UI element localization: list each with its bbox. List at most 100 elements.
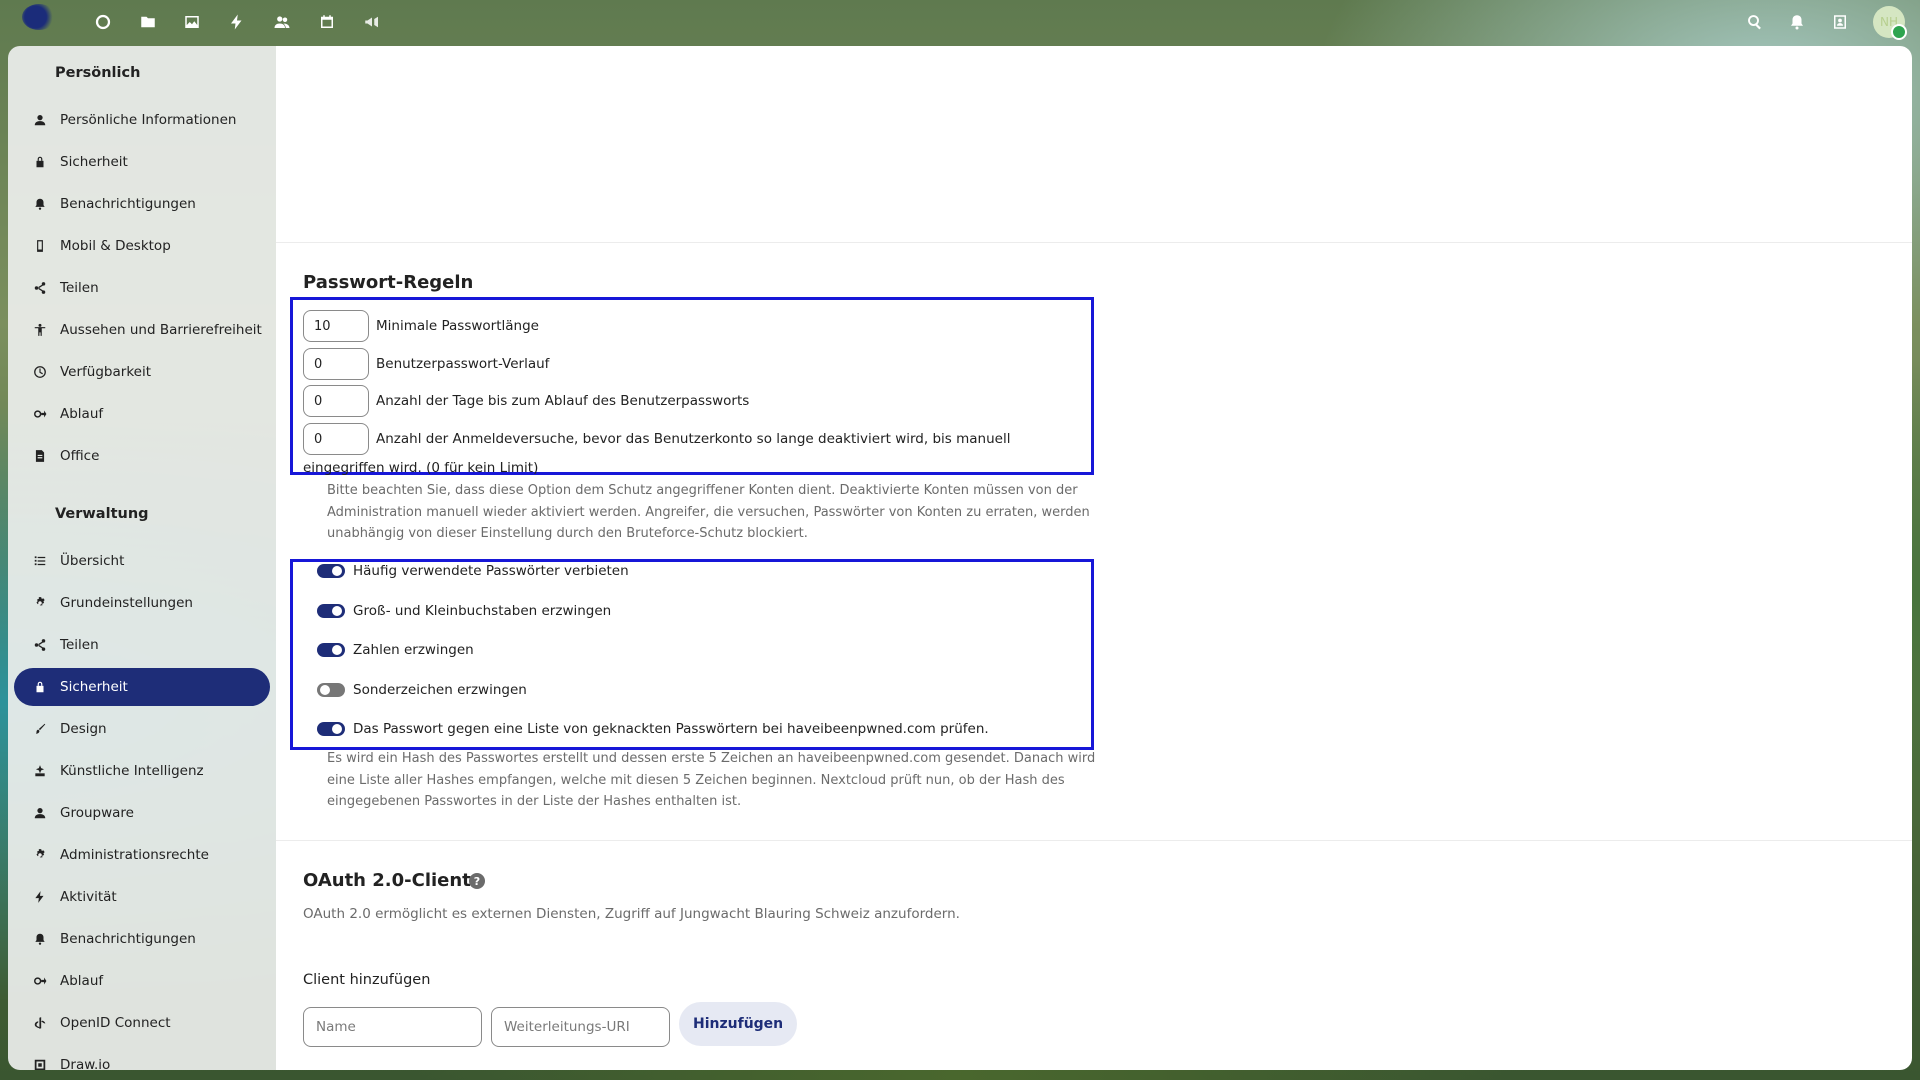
toggle-label: Sonderzeichen erzwingen (353, 682, 527, 698)
sidebar-item-appearance[interactable]: Aussehen und Barrierefreiheit (14, 311, 270, 349)
gear-icon (20, 596, 60, 610)
add-client-button[interactable]: Hinzufügen (679, 1002, 798, 1046)
min-password-length-label: Minimale Passwortlänge (376, 318, 539, 334)
sidebar-item-label: Mobil & Desktop (60, 238, 171, 254)
sidebar-item-label: Groupware (60, 805, 134, 821)
login-attempts-label: Anzahl der Anmeldeversuche, bevor das Be… (303, 431, 1011, 476)
sidebar-item-personal-security[interactable]: Sicherheit (14, 143, 270, 181)
sidebar-item-label: Teilen (60, 637, 99, 653)
share-icon (20, 638, 60, 652)
sidebar-item-label: Persönliche Informationen (60, 112, 237, 128)
toggle-label: Groß- und Kleinbuchstaben erzwingen (353, 603, 612, 619)
accessibility-icon (20, 323, 60, 337)
sidebar-item-mobile-desktop[interactable]: Mobil & Desktop (14, 227, 270, 265)
activity-icon (20, 890, 60, 904)
login-attempts-hint: Bitte beachten Sie, dass diese Option de… (327, 483, 1090, 541)
sidebar-item-label: Benachrichtigungen (60, 196, 196, 212)
client-name-input[interactable] (303, 1007, 482, 1047)
ai-icon (20, 764, 60, 778)
sidebar-item-label: Sicherheit (60, 679, 128, 695)
contacts-icon[interactable] (271, 11, 293, 33)
sidebar-item-admin-flow[interactable]: Ablauf (14, 962, 270, 1000)
redirect-uri-input[interactable] (491, 1007, 670, 1047)
sidebar-item-admin-sharing[interactable]: Teilen (14, 626, 270, 664)
oauth-clients-title: OAuth 2.0-Clients (303, 870, 482, 891)
top-header: NH (0, 0, 1920, 44)
password-rules-title: Passwort-Regeln (303, 272, 474, 293)
password-history-input[interactable] (303, 348, 369, 380)
toggle-label: Das Passwort gegen eine Liste von geknac… (353, 721, 989, 737)
sidebar-item-openid[interactable]: OpenID Connect (14, 1004, 270, 1042)
sidebar-item-admin-notifications[interactable]: Benachrichtigungen (14, 920, 270, 958)
flow-icon (20, 407, 60, 421)
sidebar-item-label: Design (60, 721, 107, 737)
files-icon[interactable] (137, 11, 159, 33)
notifications-icon[interactable] (1786, 11, 1808, 33)
contacts-menu-icon[interactable] (1829, 11, 1851, 33)
toggle-enforce-upper-lower[interactable]: Groß- und Kleinbuchstaben erzwingen (317, 601, 611, 621)
share-icon (20, 281, 60, 295)
toggle-switch[interactable] (317, 722, 345, 736)
sidebar-item-overview[interactable]: Übersicht (14, 542, 270, 580)
flow-icon (20, 974, 60, 988)
password-expiry-days-input[interactable] (303, 385, 369, 417)
sidebar-item-admin-security[interactable]: Sicherheit (14, 668, 270, 706)
phone-icon (20, 239, 60, 253)
toggle-enforce-special-chars[interactable]: Sonderzeichen erzwingen (317, 680, 527, 700)
toggle-enforce-numbers[interactable]: Zahlen erzwingen (317, 640, 474, 660)
lock-icon (20, 680, 60, 694)
toggle-label: Häufig verwendete Passwörter verbieten (353, 563, 629, 579)
sidebar-item-personal-info[interactable]: Persönliche Informationen (14, 101, 270, 139)
calendar-icon[interactable] (316, 11, 338, 33)
sidebar-item-basic-settings[interactable]: Grundeinstellungen (14, 584, 270, 622)
sidebar-item-label: Aussehen und Barrierefreiheit (60, 322, 262, 338)
sidebar-item-label: Administrationsrechte (60, 847, 209, 863)
sidebar-item-drawio[interactable]: Draw.io (14, 1046, 270, 1070)
sidebar-item-admin-rights[interactable]: Administrationsrechte (14, 836, 270, 874)
sidebar-item-activity[interactable]: Aktivität (14, 878, 270, 916)
toggle-forbid-common-passwords[interactable]: Häufig verwendete Passwörter verbieten (317, 561, 629, 581)
search-icon[interactable] (1744, 11, 1766, 33)
toggle-switch[interactable] (317, 564, 345, 578)
app-container: Persönlich Persönliche Informationen Sic… (8, 46, 1912, 1070)
sidebar-item-ai[interactable]: Künstliche Intelligenz (14, 752, 270, 790)
list-icon (20, 554, 60, 568)
help-icon[interactable]: ? (469, 873, 485, 889)
toggle-label: Zahlen erzwingen (353, 642, 474, 658)
password-history-label: Benutzerpasswort-Verlauf (376, 356, 550, 372)
groupware-icon (20, 806, 60, 820)
toggle-switch[interactable] (317, 643, 345, 657)
sidebar-item-office[interactable]: Office (14, 437, 270, 475)
nextcloud-logo[interactable] (22, 4, 56, 30)
announcements-icon[interactable] (361, 11, 383, 33)
sidebar-item-label: Ablauf (60, 406, 104, 422)
dashboard-icon[interactable] (92, 11, 114, 33)
min-password-length-input[interactable] (303, 310, 369, 342)
user-avatar[interactable]: NH (1873, 6, 1907, 40)
user-icon (20, 113, 60, 127)
sidebar-item-personal-sharing[interactable]: Teilen (14, 269, 270, 307)
toggle-switch[interactable] (317, 683, 345, 697)
add-client-title: Client hinzufügen (303, 972, 431, 988)
online-status-indicator (1891, 24, 1907, 40)
sidebar-item-label: OpenID Connect (60, 1015, 171, 1031)
sidebar-item-label: Draw.io (60, 1057, 111, 1070)
toggle-switch[interactable] (317, 604, 345, 618)
hibp-hint: Es wird ein Hash des Passwortes erstellt… (327, 751, 1096, 809)
toggle-check-hibp[interactable]: Das Passwort gegen eine Liste von geknac… (317, 719, 989, 739)
section-divider (276, 840, 1912, 841)
sidebar-item-personal-notifications[interactable]: Benachrichtigungen (14, 185, 270, 223)
sidebar-item-label: Benachrichtigungen (60, 931, 196, 947)
photos-icon[interactable] (181, 11, 203, 33)
sidebar-item-groupware[interactable]: Groupware (14, 794, 270, 832)
sidebar-item-availability[interactable]: Verfügbarkeit (14, 353, 270, 391)
sidebar-item-design[interactable]: Design (14, 710, 270, 748)
personal-section-title: Persönlich (55, 65, 141, 81)
sidebar-item-personal-flow[interactable]: Ablauf (14, 395, 270, 433)
sidebar-item-label: Office (60, 448, 100, 464)
oauth-description: OAuth 2.0 ermöglicht es externen Dienste… (303, 906, 960, 922)
sidebar-item-label: Grundeinstellungen (60, 595, 193, 611)
sidebar-item-label: Sicherheit (60, 154, 128, 170)
activity-icon[interactable] (226, 11, 248, 33)
sidebar-item-label: Aktivität (60, 889, 117, 905)
